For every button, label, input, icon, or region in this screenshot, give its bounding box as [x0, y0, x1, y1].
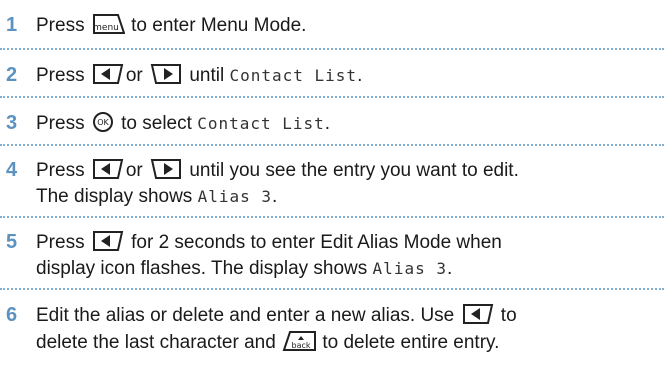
step-number: 2	[6, 64, 18, 86]
display-text: Contact List	[229, 66, 358, 85]
menu-key-icon: menu	[91, 12, 125, 36]
left-arrow-key-icon	[91, 229, 125, 253]
step-text-segment: .	[357, 65, 363, 86]
right-arrow-key-icon	[149, 157, 183, 181]
step-text-segment: .	[446, 258, 453, 279]
display-text: Alias 3	[372, 259, 447, 278]
svg-text:menu: menu	[93, 23, 119, 33]
step-text: Press for 2 seconds to enter Edit Alias …	[36, 229, 656, 282]
step-1: 1 Press menu to enter Menu Mode.	[0, 0, 664, 50]
step-text-segment: .	[272, 186, 278, 207]
step-number: 1	[6, 14, 18, 36]
left-arrow-key-icon	[461, 302, 495, 326]
display-text: Contact List	[197, 114, 325, 133]
step-text-segment: Press	[36, 15, 90, 36]
step-text-segment: Edit the alias or delete and enter a new…	[36, 305, 460, 326]
step-text-segment: Press	[36, 160, 90, 181]
back-key-icon: back	[282, 329, 317, 353]
step-text-segment: for 2 seconds to enter Edit Alias Mode w…	[125, 232, 502, 253]
step-text-segment: Press	[36, 232, 90, 253]
step-text-segment: until you see the entry you want to edit…	[184, 160, 519, 181]
svg-text:OK: OK	[97, 118, 109, 127]
step-number: 6	[6, 304, 18, 326]
step-5: 5 Press for 2 seconds to enter Edit Alias…	[0, 218, 664, 290]
display-text: Alias 3	[197, 187, 273, 206]
step-text-segment: to enter Menu Mode.	[125, 15, 307, 36]
step-text-segment: display icon flashes. The display shows	[36, 258, 373, 279]
step-text-segment: to select	[115, 113, 198, 134]
step-number: 4	[6, 159, 18, 181]
step-text: Press menu to enter Menu Mode.	[36, 12, 656, 39]
step-6: 6 Edit the alias or delete and enter a ne…	[0, 290, 664, 365]
step-number: 3	[6, 112, 18, 134]
step-text-segment: to	[495, 305, 517, 326]
step-3: 3 Press OK to select Contact List.	[0, 98, 664, 146]
step-text-segment: Press	[36, 65, 90, 86]
step-2: 2 Press or until Contact List.	[0, 50, 664, 98]
step-number: 5	[6, 231, 18, 253]
left-arrow-key-icon	[91, 157, 125, 181]
step-text-segment: to delete entire entry.	[317, 332, 500, 353]
step-text: Edit the alias or delete and enter a new…	[36, 302, 656, 356]
step-text-segment: until	[184, 65, 230, 86]
left-arrow-key-icon	[91, 62, 125, 86]
step-text-segment: Press	[36, 113, 90, 134]
step-4: 4 Press or until you see the entry you wa…	[0, 146, 664, 218]
step-text-segment: or	[125, 160, 149, 181]
step-text: Press or until Contact List.	[36, 62, 656, 89]
step-text-segment: The display shows	[36, 186, 198, 207]
ok-key-icon: OK	[91, 110, 115, 134]
right-arrow-key-icon	[149, 62, 183, 86]
step-text-segment: or	[125, 65, 149, 86]
svg-text:back: back	[292, 341, 311, 350]
step-text: Press or until you see the entry you wan…	[36, 157, 656, 210]
step-text-segment: .	[324, 113, 331, 134]
step-text-segment: delete the last character and	[36, 332, 282, 353]
step-text: Press OK to select Contact List.	[36, 110, 656, 137]
